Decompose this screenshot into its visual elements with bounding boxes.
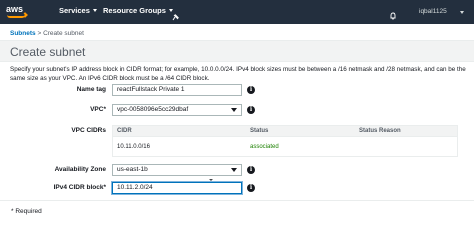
info-icon[interactable]: i [247,184,255,192]
name-tag-label: Name tag [76,86,106,93]
page-description: Specify your subnet's IP address block i… [10,66,466,82]
ipv4-cidr-label: IPv4 CIDR block* [53,184,106,191]
resource-groups-label: Resource Groups [103,6,166,15]
breadcrumb-subnets-link[interactable]: Subnets [10,30,36,37]
chevron-down-icon [231,108,237,112]
breadcrumb-current: Create subnet [43,30,84,37]
info-icon[interactable]: i [247,106,255,114]
resource-groups-menu[interactable]: Resource Groups [103,6,173,15]
cidr-cell: 10.11.0.0/16 [117,144,150,150]
title-bar: Create subnet [0,40,474,62]
availability-zone-label: Availability Zone [54,166,106,173]
user-name: iqbal1125 [419,8,447,15]
info-icon[interactable]: i [247,166,255,174]
breadcrumb-separator: > [37,30,42,37]
column-header-status-reason: Status Reason [359,128,401,134]
pin-icon[interactable] [172,8,179,21]
chevron-down-icon [92,9,97,12]
page-title: Create subnet [10,45,86,59]
column-header-status: Status [250,128,269,134]
ipv4-cidr-input[interactable]: 10.11.2.0/24 [112,182,242,194]
services-label: Services [59,6,90,15]
user-menu[interactable]: iqbal1125 [419,8,447,15]
table-header: CIDR Status Status Reason [113,126,457,137]
top-navigation-bar: aws Services Resource Groups iqbal1125 [0,0,474,24]
services-menu[interactable]: Services [59,6,97,15]
column-header-cidr: CIDR [117,128,132,134]
vpc-cidrs-table: CIDR Status Status Reason 10.11.0.0/16 a… [112,125,458,157]
vpc-select-value: vpc-0058096e5cc29dbaf [117,106,189,113]
chevron-down-icon[interactable] [460,11,464,14]
vpc-cidrs-label: VPC CIDRs [71,127,106,134]
availability-zone-select[interactable]: us-east-1b [112,164,242,176]
aws-logo[interactable]: aws [6,3,32,20]
info-icon[interactable]: i [247,86,255,94]
availability-zone-value: us-east-1b [117,166,148,173]
aws-logo-text: aws [6,4,24,14]
vpc-label: VPC* [90,106,106,113]
name-tag-input[interactable]: reactFullstack Private 1 [112,84,242,96]
chevron-down-icon [231,168,237,172]
mouse-cursor-icon [209,174,213,187]
status-cell: associated [250,144,279,150]
divider [0,200,474,201]
required-note: * Required [11,208,42,215]
breadcrumb: Subnets > Create subnet [10,30,84,37]
vpc-select[interactable]: vpc-0058096e5cc29dbaf [112,104,242,116]
bell-icon[interactable] [389,7,397,20]
